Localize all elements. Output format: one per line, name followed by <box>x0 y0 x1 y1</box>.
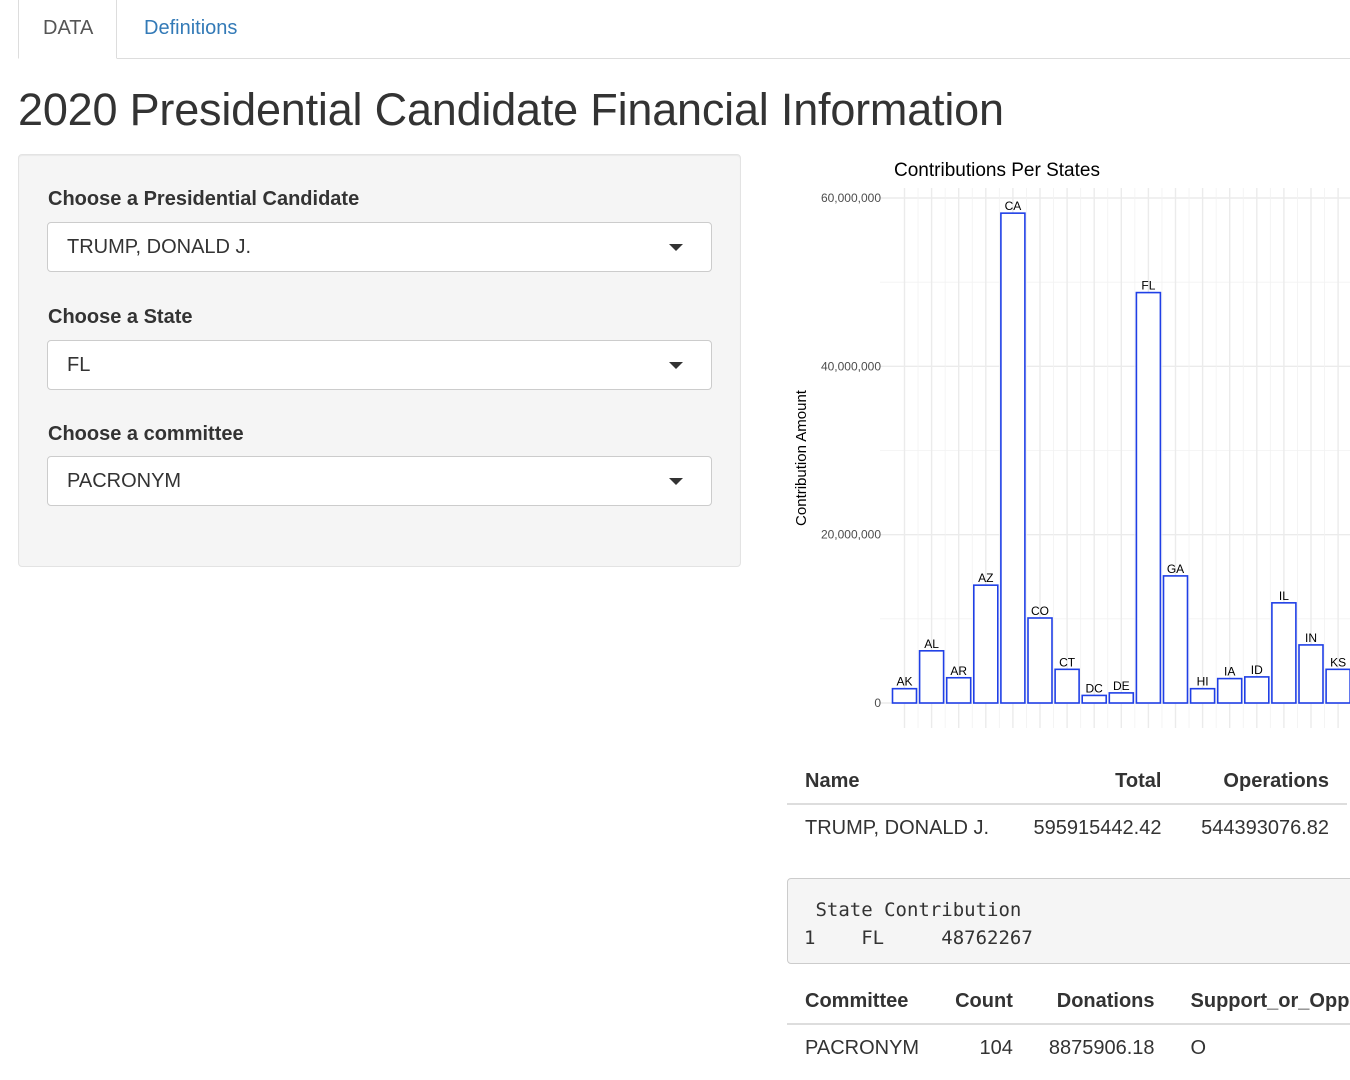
candidate-select-value: TRUMP, DONALD J. <box>67 236 252 258</box>
bar-de <box>1108 692 1135 704</box>
tab-definitions[interactable]: Definitions <box>120 0 261 59</box>
bar-label: AK <box>896 675 912 689</box>
bar-label: CT <box>1059 655 1076 669</box>
summary-table: Name Total Operations TRUMP, DONALD J. 5… <box>787 759 1347 851</box>
bar-id <box>1243 676 1270 704</box>
table-header-row: Committee Count Donations Support_or_Opp… <box>787 979 1350 1025</box>
bar-label: HI <box>1197 675 1209 689</box>
column-header-donations: Donations <box>1030 979 1173 1025</box>
bar-label: CO <box>1031 604 1049 618</box>
bar-label: GA <box>1167 562 1184 576</box>
bar-ar <box>945 676 972 704</box>
committee-select[interactable]: PACRONYM <box>47 456 712 506</box>
bar-fl <box>1135 291 1162 704</box>
output-line-row: 1 FL 48762267 <box>804 927 1033 949</box>
state-select[interactable]: FL <box>47 340 712 390</box>
page-title: 2020 Presidential Candidate Financial In… <box>18 84 1004 135</box>
bar-label: AL <box>924 637 939 651</box>
table-row: TRUMP, DONALD J. 595915442.42 544393076.… <box>787 804 1347 851</box>
bar-in <box>1298 644 1324 704</box>
state-select-value: FL <box>67 354 91 376</box>
bar-label: FL <box>1141 279 1155 293</box>
bar-ct <box>1054 668 1080 704</box>
column-header-total: Total <box>1011 759 1180 805</box>
bar-dc <box>1081 694 1108 704</box>
cell-total: 595915442.42 <box>1033 816 1162 839</box>
bar-il <box>1271 602 1297 704</box>
y-tick-label: 60,000,000 <box>821 191 881 205</box>
contributions-chart: 0 20,000,000 40,000,000 60,000,000 AK AL AR AZ… <box>793 160 1350 728</box>
cell-name: TRUMP, DONALD J. <box>805 816 990 839</box>
state-label: Choose a State <box>48 306 193 328</box>
chart-title: Contributions Per States <box>894 160 1100 181</box>
bar-al <box>918 650 945 704</box>
bar-ks <box>1325 668 1350 704</box>
output-line-header: State Contribution <box>804 899 1022 921</box>
column-header-count: Count <box>937 979 1031 1025</box>
bar-label: KS <box>1330 655 1346 669</box>
column-header-operations: Operations <box>1179 759 1347 805</box>
bar-az <box>973 584 999 704</box>
bar-label: IN <box>1305 631 1317 645</box>
bar-label: IA <box>1224 665 1235 679</box>
bar-label: DE <box>1113 679 1130 693</box>
y-tick-label: 0 <box>874 696 881 710</box>
chevron-down-icon <box>669 244 683 251</box>
column-header-committee: Committee <box>787 979 938 1025</box>
bar-ga <box>1162 575 1189 704</box>
chart-y-axis-label: Contribution Amount <box>793 389 810 526</box>
committee-label: Choose a committee <box>48 423 244 445</box>
bar-label: AZ <box>978 571 993 585</box>
bar-ak <box>891 687 918 704</box>
bar-label: ID <box>1251 663 1263 677</box>
cell-operations: 544393076.82 <box>1201 816 1329 839</box>
candidate-label: Choose a Presidential Candidate <box>48 188 360 210</box>
bar-label: IL <box>1279 589 1289 603</box>
chevron-down-icon <box>669 478 683 485</box>
bar-label: CA <box>1005 199 1022 213</box>
cell-count: 104 <box>979 1036 1013 1059</box>
cell-support-or-oppose: O <box>1190 1036 1207 1059</box>
bar-label: DC <box>1086 681 1104 695</box>
table-header-row: Name Total Operations <box>787 759 1347 805</box>
y-tick-label: 20,000,000 <box>821 528 881 542</box>
cell-donations: 8875906.18 <box>1048 1036 1155 1059</box>
column-header-support-or-oppose: Support_or_Oppose <box>1172 979 1350 1025</box>
tab-bar: DATA Definitions <box>18 0 1350 59</box>
column-header-name: Name <box>787 759 1012 805</box>
bar-ca <box>1000 212 1026 704</box>
candidate-select[interactable]: TRUMP, DONALD J. <box>47 222 712 272</box>
committee-select-value: PACRONYM <box>67 470 182 492</box>
sidebar-panel: Choose a Presidential Candidate TRUMP, D… <box>18 154 741 567</box>
y-tick-label: 40,000,000 <box>821 359 881 373</box>
chevron-down-icon <box>669 362 683 369</box>
bar-co <box>1027 617 1053 704</box>
tab-data[interactable]: DATA <box>18 0 117 59</box>
table-row: PACRONYM 104 8875906.18 O <box>787 1024 1350 1071</box>
state-contribution-output: State Contribution 1 FL 48762267 <box>787 878 1350 964</box>
bar-hi <box>1189 687 1216 704</box>
cell-committee: PACRONYM <box>805 1036 920 1059</box>
committee-table: Committee Count Donations Support_or_Opp… <box>787 979 1350 1071</box>
chart-y-ticks: 0 20,000,000 40,000,000 60,000,000 <box>821 191 881 710</box>
bar-ia <box>1216 677 1243 704</box>
bar-label: AR <box>950 664 967 678</box>
